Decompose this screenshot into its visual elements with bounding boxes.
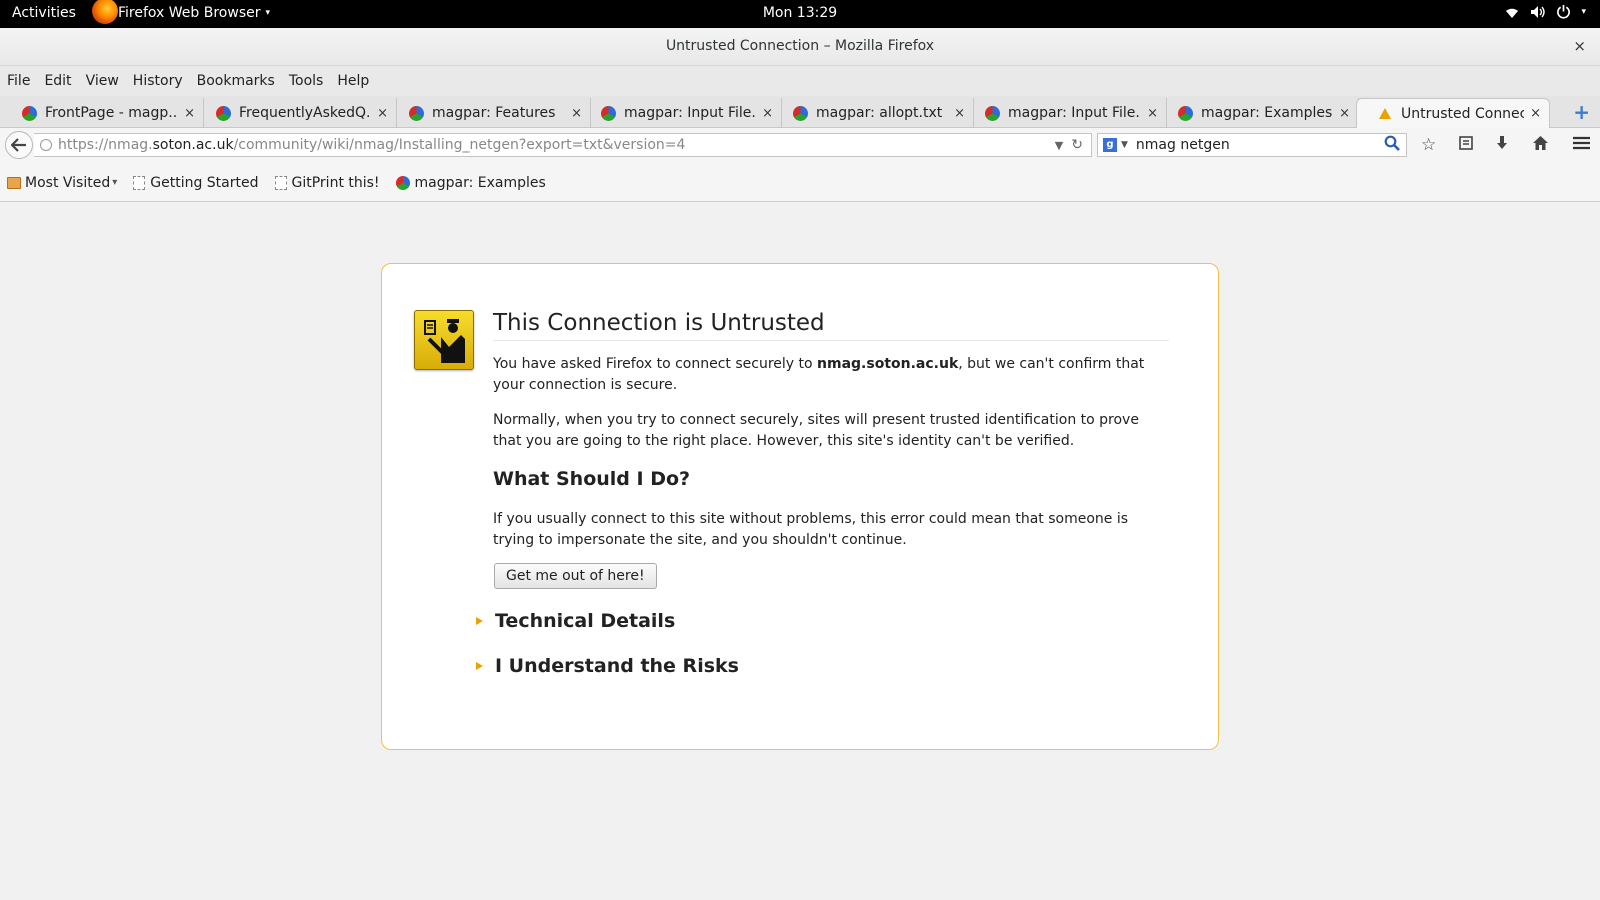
- page-icon: [274, 175, 287, 190]
- magpar-favicon-icon: [985, 105, 1000, 121]
- bookmarks-toolbar: Most Visited ▾ Getting Started GitPrint …: [0, 164, 1600, 202]
- hamburger-menu-icon[interactable]: [1573, 135, 1590, 155]
- error-description-1: You have asked Firefox to connect secure…: [493, 356, 1145, 393]
- reload-icon[interactable]: ↻: [1071, 137, 1083, 153]
- navigation-toolbar: https://nmag.soton.ac.uk/community/wiki/…: [0, 128, 1600, 164]
- tab-allopt[interactable]: magpar: allopt.txt ×: [771, 98, 974, 128]
- magpar-favicon-icon: [395, 175, 410, 190]
- menu-history[interactable]: History: [133, 73, 183, 89]
- untrusted-officer-icon: [414, 310, 474, 370]
- bookmark-getting-started[interactable]: Getting Started: [133, 174, 259, 191]
- what-should-i-do-heading: What Should I Do?: [493, 468, 691, 490]
- tab-label: FrontPage - magp...: [45, 105, 179, 121]
- tab-examples[interactable]: magpar: Examples ×: [1156, 98, 1359, 128]
- folder-icon: [7, 176, 21, 189]
- menu-bookmarks[interactable]: Bookmarks: [197, 73, 275, 89]
- error-description-2: Normally, when you try to connect secure…: [493, 412, 1139, 449]
- reading-list-icon[interactable]: [1458, 135, 1474, 156]
- tab-label: magpar: Input File...: [1008, 105, 1142, 121]
- tab-label: Untrusted Connec...: [1401, 105, 1525, 122]
- error-host: nmag.soton.ac.uk: [817, 356, 959, 372]
- back-button[interactable]: [5, 131, 33, 159]
- search-engine-dropdown-icon[interactable]: ▼: [1121, 140, 1128, 150]
- gnome-top-bar: Activities Firefox Web Browser ▾ Mon 13:…: [0, 0, 1600, 28]
- tab-label: magpar: allopt.txt: [816, 105, 943, 121]
- bookmark-star-icon[interactable]: ☆: [1421, 135, 1436, 155]
- tab-label: FrequentlyAskedQ...: [239, 105, 372, 121]
- expander-triangle-icon: [476, 662, 483, 670]
- magpar-favicon-icon: [601, 105, 616, 121]
- menu-edit[interactable]: Edit: [44, 73, 71, 89]
- tab-frontpage[interactable]: FrontPage - magp... ×: [0, 98, 204, 128]
- menu-tools[interactable]: Tools: [289, 73, 324, 89]
- wifi-icon: [1506, 8, 1519, 18]
- error-page-container: This Connection is Untrusted You have as…: [381, 263, 1219, 750]
- tab-close-icon[interactable]: ×: [1530, 106, 1541, 121]
- tab-label: magpar: Examples: [1201, 105, 1333, 121]
- tab-label: magpar: Features: [432, 105, 556, 121]
- what-should-i-do-text: If you usually connect to this site with…: [493, 511, 1129, 548]
- get-me-out-button[interactable]: Get me out of here!: [494, 563, 657, 589]
- tab-label: magpar: Input File...: [624, 105, 757, 121]
- understand-risks-label: I Understand the Risks: [495, 655, 739, 677]
- bookmark-label: Most Visited: [25, 174, 111, 191]
- bookmark-most-visited[interactable]: Most Visited ▾: [7, 175, 117, 191]
- window-close-button[interactable]: ×: [1573, 37, 1586, 55]
- magpar-favicon-icon: [409, 105, 424, 121]
- search-bar[interactable]: g ▼: [1097, 133, 1407, 157]
- warning-icon: [1379, 108, 1391, 119]
- magpar-favicon-icon: [22, 105, 37, 121]
- power-icon: [1557, 4, 1571, 19]
- page-content: This Connection is Untrusted You have as…: [0, 203, 1600, 900]
- menu-help[interactable]: Help: [337, 73, 369, 89]
- url-bar[interactable]: https://nmag.soton.ac.uk/community/wiki/…: [34, 133, 1092, 157]
- url-text[interactable]: https://nmag.soton.ac.uk/community/wiki/…: [58, 137, 1055, 153]
- menu-bar: File Edit View History Bookmarks Tools H…: [0, 66, 1600, 96]
- magpar-favicon-icon: [1178, 105, 1193, 121]
- tab-close-icon[interactable]: ×: [1339, 106, 1350, 121]
- app-menu[interactable]: Firefox Web Browser ▾: [94, 5, 270, 21]
- url-history-dropdown-icon[interactable]: ▼: [1055, 139, 1063, 152]
- search-input[interactable]: [1135, 137, 1384, 153]
- expander-triangle-icon: [476, 617, 483, 625]
- system-tray[interactable]: ▾: [1504, 4, 1586, 19]
- chevron-down-icon: ▾: [112, 177, 118, 188]
- understand-risks-expander[interactable]: I Understand the Risks: [476, 655, 739, 677]
- home-icon[interactable]: [1532, 135, 1549, 156]
- app-menu-label: Firefox Web Browser: [118, 5, 261, 21]
- new-tab-button[interactable]: +: [1573, 100, 1590, 124]
- back-arrow-icon: [11, 138, 26, 152]
- tab-features[interactable]: magpar: Features ×: [387, 98, 591, 128]
- tab-untrusted-connection[interactable]: Untrusted Connec... ×: [1356, 98, 1550, 128]
- activities-button[interactable]: Activities: [12, 5, 76, 21]
- error-title: This Connection is Untrusted: [493, 310, 1169, 341]
- magpar-favicon-icon: [793, 105, 808, 121]
- search-icon[interactable]: [1384, 135, 1400, 155]
- bookmark-label: magpar: Examples: [414, 174, 546, 191]
- technical-details-label: Technical Details: [495, 610, 676, 632]
- bookmark-label: GitPrint this!: [291, 174, 380, 191]
- bookmark-magpar-examples[interactable]: magpar: Examples: [395, 174, 546, 191]
- window-title: Untrusted Connection – Mozilla Firefox: [665, 38, 935, 54]
- tab-faq[interactable]: FrequentlyAskedQ... ×: [194, 98, 397, 128]
- page-icon: [133, 175, 146, 190]
- bookmark-gitprint[interactable]: GitPrint this!: [274, 174, 380, 191]
- site-identity-icon[interactable]: [40, 139, 52, 151]
- menu-view[interactable]: View: [86, 73, 119, 89]
- downloads-icon[interactable]: [1494, 135, 1510, 156]
- bookmark-label: Getting Started: [150, 174, 259, 191]
- window-titlebar: Untrusted Connection – Mozilla Firefox ×: [0, 28, 1600, 66]
- magpar-favicon-icon: [216, 105, 231, 121]
- search-engine-google-icon[interactable]: g: [1103, 138, 1117, 152]
- menu-file[interactable]: File: [7, 73, 30, 89]
- tab-bar: FrontPage - magp... × FrequentlyAskedQ..…: [0, 96, 1600, 128]
- system-menu-caret-icon: ▾: [1581, 6, 1586, 17]
- app-menu-caret-icon: ▾: [265, 8, 271, 18]
- technical-details-expander[interactable]: Technical Details: [476, 610, 675, 632]
- volume-icon: [1531, 5, 1546, 18]
- tab-input-files-1[interactable]: magpar: Input File... ×: [579, 98, 782, 128]
- tab-input-files-2[interactable]: magpar: Input File... ×: [963, 98, 1167, 128]
